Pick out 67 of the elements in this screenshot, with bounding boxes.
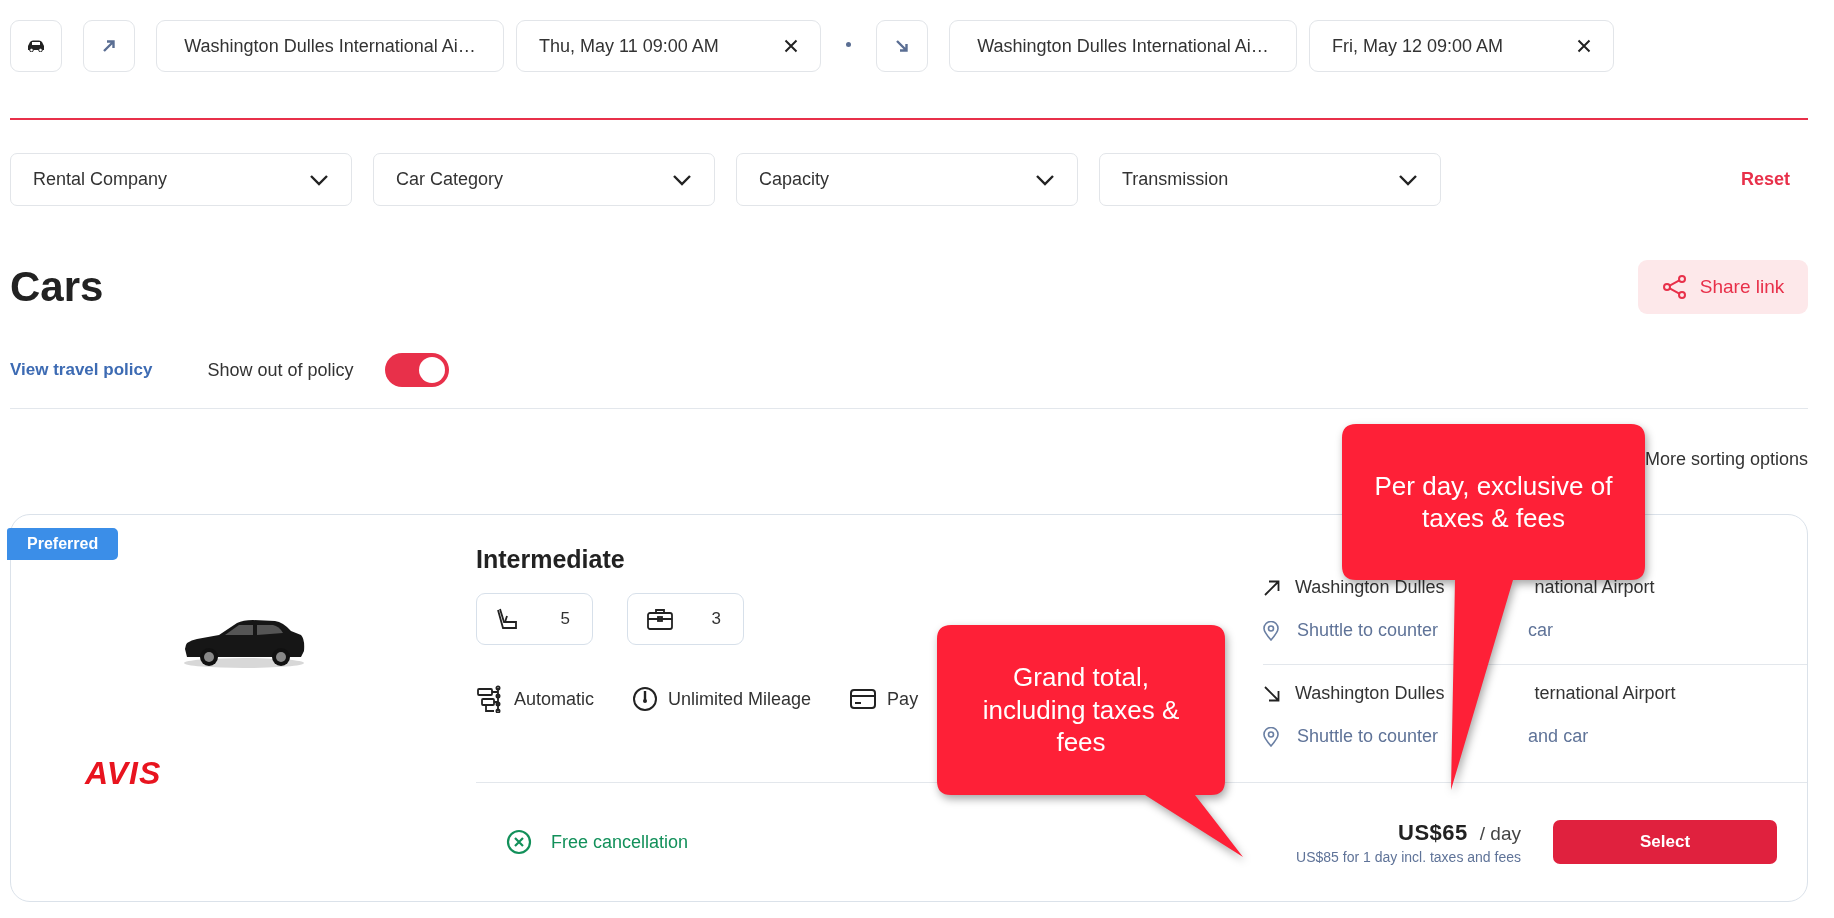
- dropoff-direction-button[interactable]: [876, 20, 928, 72]
- feature-label: Automatic: [514, 688, 595, 710]
- location-field[interactable]: Washington Dulles International Ai…: [949, 20, 1297, 72]
- filter-label: Transmission: [1122, 169, 1229, 190]
- car-icon: [27, 40, 45, 52]
- filter-label: Capacity: [759, 169, 830, 190]
- location-text: ternational Airport: [1534, 683, 1676, 704]
- feature-label: Pay: [887, 688, 919, 710]
- filter-label: Car Category: [396, 169, 504, 190]
- filter-dropdown[interactable]: Transmission: [1099, 153, 1441, 206]
- pickup-direction-button[interactable]: [83, 20, 135, 72]
- gauge-icon: [632, 686, 659, 712]
- chevron-down-icon: [309, 173, 329, 186]
- sorting-options-link[interactable]: More sorting options: [1644, 449, 1808, 470]
- car-category: Intermediate: [476, 545, 626, 574]
- filter-dropdown[interactable]: Rental Company: [10, 153, 352, 206]
- location-pin-icon: [1263, 620, 1279, 641]
- share-link-button[interactable]: Share link: [1638, 260, 1808, 314]
- chevron-down-icon: [1398, 173, 1418, 186]
- seat-icon: [495, 607, 519, 631]
- location-text: Washington Dulles: [1295, 683, 1445, 704]
- close-icon[interactable]: [784, 39, 798, 53]
- shuttle-note: car: [1528, 620, 1554, 641]
- toggle-switch[interactable]: [385, 353, 450, 387]
- close-icon[interactable]: [1577, 39, 1591, 53]
- date-field[interactable]: Fri, May 12 09:00 AM: [1309, 20, 1614, 72]
- reset-link[interactable]: Reset: [1740, 169, 1790, 190]
- filter-label: Rental Company: [33, 169, 168, 190]
- separator-dot: [846, 41, 851, 47]
- filter-dropdown[interactable]: Capacity: [736, 153, 1078, 206]
- page-title: Cars: [10, 263, 104, 311]
- seats-count: 5: [560, 609, 570, 629]
- arrow-up-right-icon: [101, 38, 117, 54]
- feature-label: Unlimited Mileage: [668, 688, 812, 710]
- location-text: national Airport: [1534, 577, 1655, 598]
- location-pin-icon: [1263, 726, 1279, 747]
- location-field[interactable]: Washington Dulles International Ai…: [156, 20, 504, 72]
- daily-price: US$65: [1398, 819, 1468, 846]
- briefcase-icon: [646, 607, 674, 631]
- preferred-badge: Preferred: [7, 528, 119, 560]
- share-icon: [1661, 274, 1688, 300]
- credit-card-icon: [849, 688, 878, 710]
- filter-dropdown[interactable]: Car Category: [373, 153, 715, 206]
- location-text: Washington Dulles: [1295, 577, 1445, 598]
- x-circle-icon: [506, 829, 532, 855]
- bags-count: 3: [711, 609, 721, 629]
- price-unit: / day: [1479, 822, 1521, 845]
- shuttle-note: Shuttle to counter: [1297, 620, 1439, 641]
- callout-text: Grand total, including taxes & fees: [981, 661, 1181, 759]
- callout-text: Per day, exclusive of taxes & fees: [1373, 469, 1614, 535]
- chevron-down-icon: [672, 173, 692, 186]
- date-text: Thu, May 11 09:00 AM: [539, 35, 719, 57]
- vendor-logo: AVIS: [85, 755, 162, 792]
- total-price-note: US$85 for 1 day incl. taxes and fees: [1296, 848, 1521, 865]
- arrow-up-right-icon: [1263, 578, 1281, 597]
- date-text: Fri, May 12 09:00 AM: [1332, 35, 1504, 57]
- car-mode-button[interactable]: [10, 20, 62, 72]
- shuttle-note: Shuttle to counter: [1297, 726, 1439, 747]
- arrow-down-right-icon: [894, 38, 910, 54]
- toggle-label: Show out of policy: [207, 359, 354, 381]
- chevron-down-icon: [1035, 173, 1055, 186]
- arrow-down-right-icon: [1263, 684, 1281, 703]
- travel-policy-link[interactable]: View travel policy: [10, 360, 153, 380]
- shuttle-note: and car: [1528, 726, 1589, 747]
- date-field[interactable]: Thu, May 11 09:00 AM: [516, 20, 821, 72]
- cancellation-text: Free cancellation: [551, 831, 689, 853]
- select-button[interactable]: Select: [1553, 820, 1777, 864]
